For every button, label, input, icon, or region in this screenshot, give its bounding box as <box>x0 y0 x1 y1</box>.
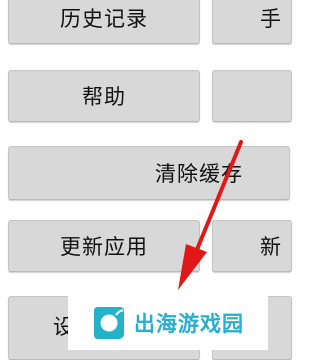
clear-cache-button[interactable]: 清除缓存 <box>8 146 290 200</box>
clear-cache-button-label: 清除缓存 <box>155 162 243 186</box>
top-right-button[interactable]: 手 <box>212 0 292 44</box>
lower-right-button-label: 新 <box>260 235 282 259</box>
watermark-banner: 出海游戏园 <box>68 296 268 350</box>
watermark-text: 出海游戏园 <box>134 312 244 336</box>
top-right-button-label: 手 <box>260 7 282 31</box>
update-app-button-label: 更新应用 <box>60 235 148 259</box>
app-screen: 历史记录 手 帮助 清除缓存 更新应用 新 设 出海游戏园 <box>0 0 292 360</box>
help-button[interactable]: 帮助 <box>8 70 200 122</box>
history-button[interactable]: 历史记录 <box>8 0 200 44</box>
mid-right-button[interactable] <box>212 70 292 122</box>
help-button-label: 帮助 <box>82 85 126 109</box>
lower-right-button[interactable]: 新 <box>212 220 292 272</box>
history-button-label: 历史记录 <box>60 7 148 31</box>
watermark-logo-icon <box>94 307 124 339</box>
update-app-button[interactable]: 更新应用 <box>8 220 200 272</box>
